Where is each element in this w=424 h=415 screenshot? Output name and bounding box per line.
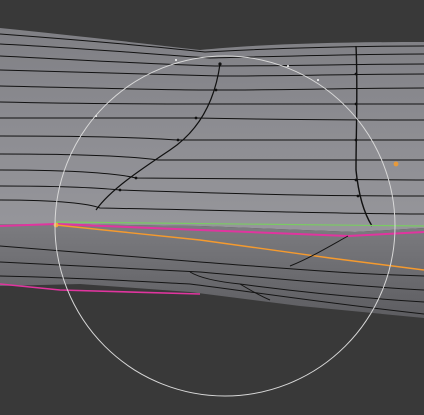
orange-marker[interactable] — [393, 161, 399, 167]
3d-viewport[interactable] — [0, 0, 424, 415]
viewport-canvas[interactable] — [0, 0, 424, 415]
active-vertex[interactable] — [53, 222, 59, 228]
